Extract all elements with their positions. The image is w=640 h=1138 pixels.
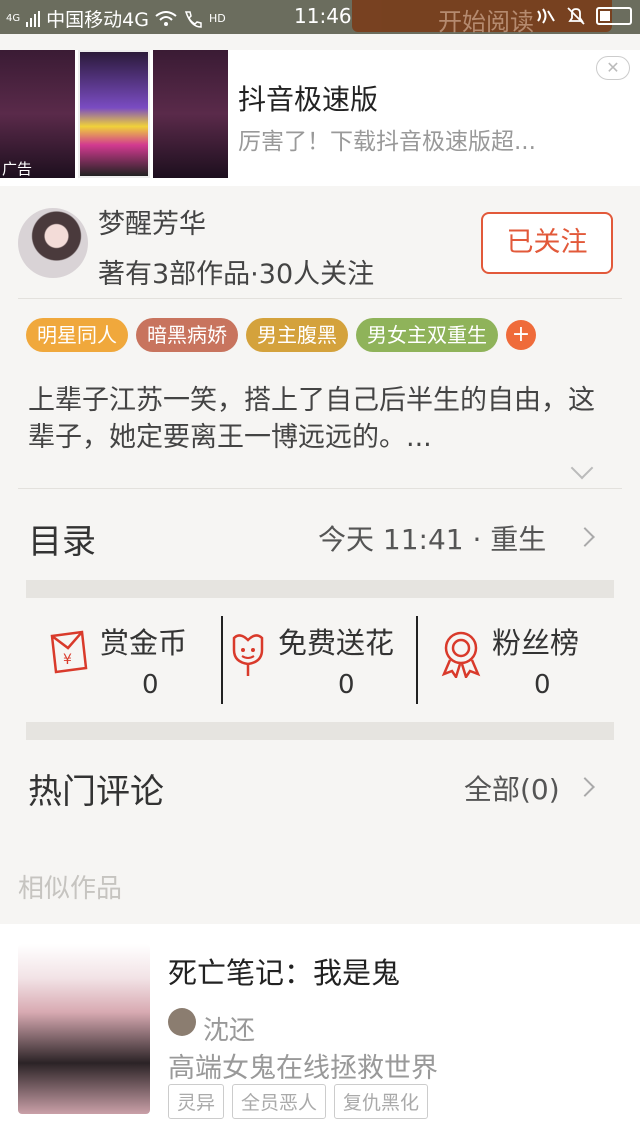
ad-description: 厉害了！下载抖音极速版超... — [238, 129, 536, 155]
fan-rank-button[interactable]: 粉丝榜 0 — [440, 618, 610, 702]
reward-coins-button[interactable]: ¥ 赏金币 0 — [46, 618, 216, 702]
book-tags: 灵异 全员恶人 复仇黑化 — [168, 1084, 429, 1119]
similar-works-heading: 相似作品 — [18, 874, 123, 904]
action-label: 免费送花 — [278, 626, 395, 660]
start-reading-label: 开始阅读 — [438, 8, 534, 36]
ad-title: 抖音极速版 — [238, 83, 379, 116]
section-band — [26, 722, 614, 740]
tag[interactable]: 明星同人 — [26, 318, 128, 352]
battery-icon — [596, 7, 632, 25]
book-author: 沈还 — [203, 1016, 256, 1046]
ad-banner[interactable]: 广告 抖音极速版 厉害了！下载抖音极速版超... ✕ — [0, 50, 640, 186]
divider — [18, 488, 622, 489]
book-tag: 复仇黑化 — [334, 1084, 429, 1119]
status-icons — [536, 6, 632, 26]
book-tag: 全员恶人 — [232, 1084, 327, 1119]
clock: 11:46 — [294, 4, 352, 28]
book-description: 高端女鬼在线拯救世界 — [168, 1053, 438, 1084]
hd-label: HD — [208, 12, 226, 25]
ad-thumbnail — [78, 50, 150, 178]
separator — [416, 616, 418, 704]
action-value: 0 — [142, 670, 159, 700]
add-tag-button[interactable]: + — [506, 320, 536, 350]
svg-text:¥: ¥ — [63, 652, 72, 668]
author-stats: 著有3部作品·30人关注 — [98, 259, 375, 290]
book-synopsis: 上辈子江苏一笑，搭上了自己后半生的自由，这辈子，她定要离王一博远远的。... — [28, 385, 595, 453]
nfc-icon — [537, 8, 555, 24]
author-avatar — [168, 1008, 196, 1036]
red-envelope-icon: ¥ — [50, 630, 88, 674]
book-cover — [18, 944, 150, 1114]
expand-chevron-down-icon[interactable] — [570, 456, 594, 480]
flower-icon — [232, 634, 264, 676]
ad-thumbnail — [153, 50, 228, 178]
author-name[interactable]: 梦醒芳华 — [98, 202, 206, 241]
status-bar: 开始阅读 4G 中国移动4G HD 11:46 — [0, 0, 640, 36]
carrier-info: 4G 中国移动4G HD — [6, 5, 226, 32]
all-comments-link[interactable]: 全部(0) — [464, 768, 560, 808]
similar-book-card[interactable]: 死亡笔记：我是鬼 沈还 高端女鬼在线拯救世界 灵异 全员恶人 复仇黑化 — [0, 924, 640, 1138]
book-tag: 灵异 — [168, 1084, 225, 1119]
signal-icon — [26, 10, 41, 27]
chevron-right-icon — [575, 527, 595, 547]
action-value: 0 — [338, 670, 355, 700]
tag[interactable]: 男女主双重生 — [356, 318, 498, 352]
tag[interactable]: 男主腹黑 — [246, 318, 348, 352]
comments-title: 热门评论 — [28, 772, 164, 812]
tag[interactable]: 暗黑病娇 — [136, 318, 238, 352]
tag-list: 明星同人 暗黑病娇 男主腹黑 男女主双重生 + — [26, 318, 536, 352]
section-band — [26, 580, 614, 598]
catalog-title: 目录 — [28, 522, 96, 562]
wifi-icon — [155, 10, 177, 26]
divider — [18, 298, 622, 299]
network-label: 4G — [6, 13, 21, 24]
follow-button[interactable]: 已关注 — [481, 212, 613, 274]
action-label: 赏金币 — [100, 626, 188, 660]
carrier-label: 中国移动4G — [46, 9, 149, 31]
book-title: 死亡笔记：我是鬼 — [168, 956, 401, 990]
ad-close-button[interactable]: ✕ — [596, 56, 630, 80]
action-value: 0 — [534, 670, 551, 700]
author-avatar[interactable] — [18, 208, 88, 278]
hd-call-icon — [184, 10, 202, 28]
separator — [221, 616, 223, 704]
chevron-right-icon — [575, 777, 595, 797]
latest-chapter: 今天 11:41 · 重生 — [318, 523, 547, 556]
action-label: 粉丝榜 — [492, 626, 580, 660]
ad-label: 广告 — [2, 160, 33, 178]
send-flower-button[interactable]: 免费送花 0 — [230, 618, 416, 702]
mute-bell-icon — [567, 7, 585, 25]
medal-icon — [441, 631, 481, 678]
